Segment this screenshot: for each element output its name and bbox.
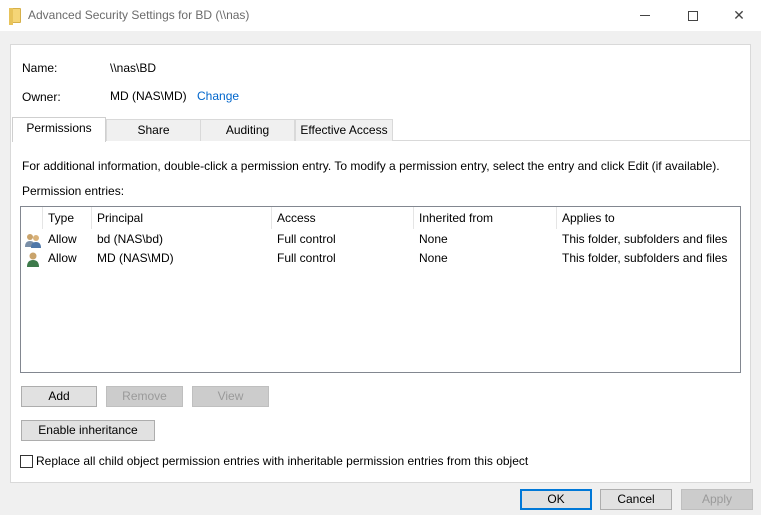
owner-label: Owner: bbox=[22, 90, 61, 104]
replace-child-permissions-checkbox[interactable] bbox=[20, 455, 33, 468]
close-button[interactable]: ✕ bbox=[716, 0, 761, 31]
tab-permissions[interactable]: Permissions bbox=[12, 117, 106, 142]
group-icon bbox=[25, 234, 41, 248]
entry-access: Full control bbox=[277, 251, 336, 265]
entry-principal: bd (NAS\bd) bbox=[97, 232, 164, 246]
column-header-applies-to[interactable]: Applies to bbox=[557, 207, 615, 229]
tab-effective-access[interactable]: Effective Access bbox=[295, 119, 393, 141]
column-separator bbox=[42, 207, 43, 229]
remove-button[interactable]: Remove bbox=[106, 386, 183, 407]
maximize-button[interactable] bbox=[670, 0, 716, 31]
view-button[interactable]: View bbox=[192, 386, 269, 407]
title-bar: Advanced Security Settings for BD (\\nas… bbox=[0, 0, 761, 31]
entry-inherited-from: None bbox=[419, 251, 448, 265]
entry-principal: MD (NAS\MD) bbox=[97, 251, 174, 265]
cancel-button[interactable]: Cancel bbox=[600, 489, 672, 510]
change-owner-link[interactable]: Change bbox=[197, 89, 239, 103]
replace-child-permissions-label[interactable]: Replace all child object permission entr… bbox=[36, 454, 528, 468]
help-text: For additional information, double-click… bbox=[22, 159, 720, 173]
folder-icon bbox=[9, 8, 21, 25]
apply-button[interactable]: Apply bbox=[681, 489, 753, 510]
entry-inherited-from: None bbox=[419, 232, 448, 246]
minimize-icon bbox=[640, 15, 650, 16]
table-row[interactable]: Allow MD (NAS\MD) Full control None This… bbox=[21, 249, 740, 268]
close-icon: ✕ bbox=[733, 7, 745, 23]
enable-inheritance-button[interactable]: Enable inheritance bbox=[21, 420, 155, 441]
column-header-inherited-from[interactable]: Inherited from bbox=[414, 207, 493, 229]
permission-entries-label: Permission entries: bbox=[22, 184, 125, 198]
name-value: \\nas\BD bbox=[110, 61, 157, 75]
entry-access: Full control bbox=[277, 232, 336, 246]
entry-applies-to: This folder, subfolders and files bbox=[562, 232, 728, 246]
ok-button[interactable]: OK bbox=[520, 489, 592, 510]
name-label: Name: bbox=[22, 61, 58, 75]
column-header-principal[interactable]: Principal bbox=[92, 207, 143, 229]
tab-share[interactable]: Share bbox=[106, 119, 201, 141]
minimize-button[interactable] bbox=[622, 0, 668, 31]
column-header-type[interactable]: Type bbox=[43, 207, 74, 229]
owner-value: MD (NAS\MD) bbox=[110, 89, 187, 103]
entry-type: Allow bbox=[48, 232, 77, 246]
maximize-icon bbox=[688, 10, 698, 21]
tab-auditing[interactable]: Auditing bbox=[200, 119, 295, 141]
user-icon bbox=[27, 252, 39, 267]
permission-entries-list[interactable]: Type Principal Access Inherited from App… bbox=[20, 206, 741, 373]
table-row[interactable]: Allow bd (NAS\bd) Full control None This… bbox=[21, 230, 740, 249]
column-header-access[interactable]: Access bbox=[272, 207, 316, 229]
entry-applies-to: This folder, subfolders and files bbox=[562, 251, 728, 265]
window-title: Advanced Security Settings for BD (\\nas… bbox=[28, 8, 250, 22]
entry-type: Allow bbox=[48, 251, 77, 265]
add-button[interactable]: Add bbox=[21, 386, 97, 407]
